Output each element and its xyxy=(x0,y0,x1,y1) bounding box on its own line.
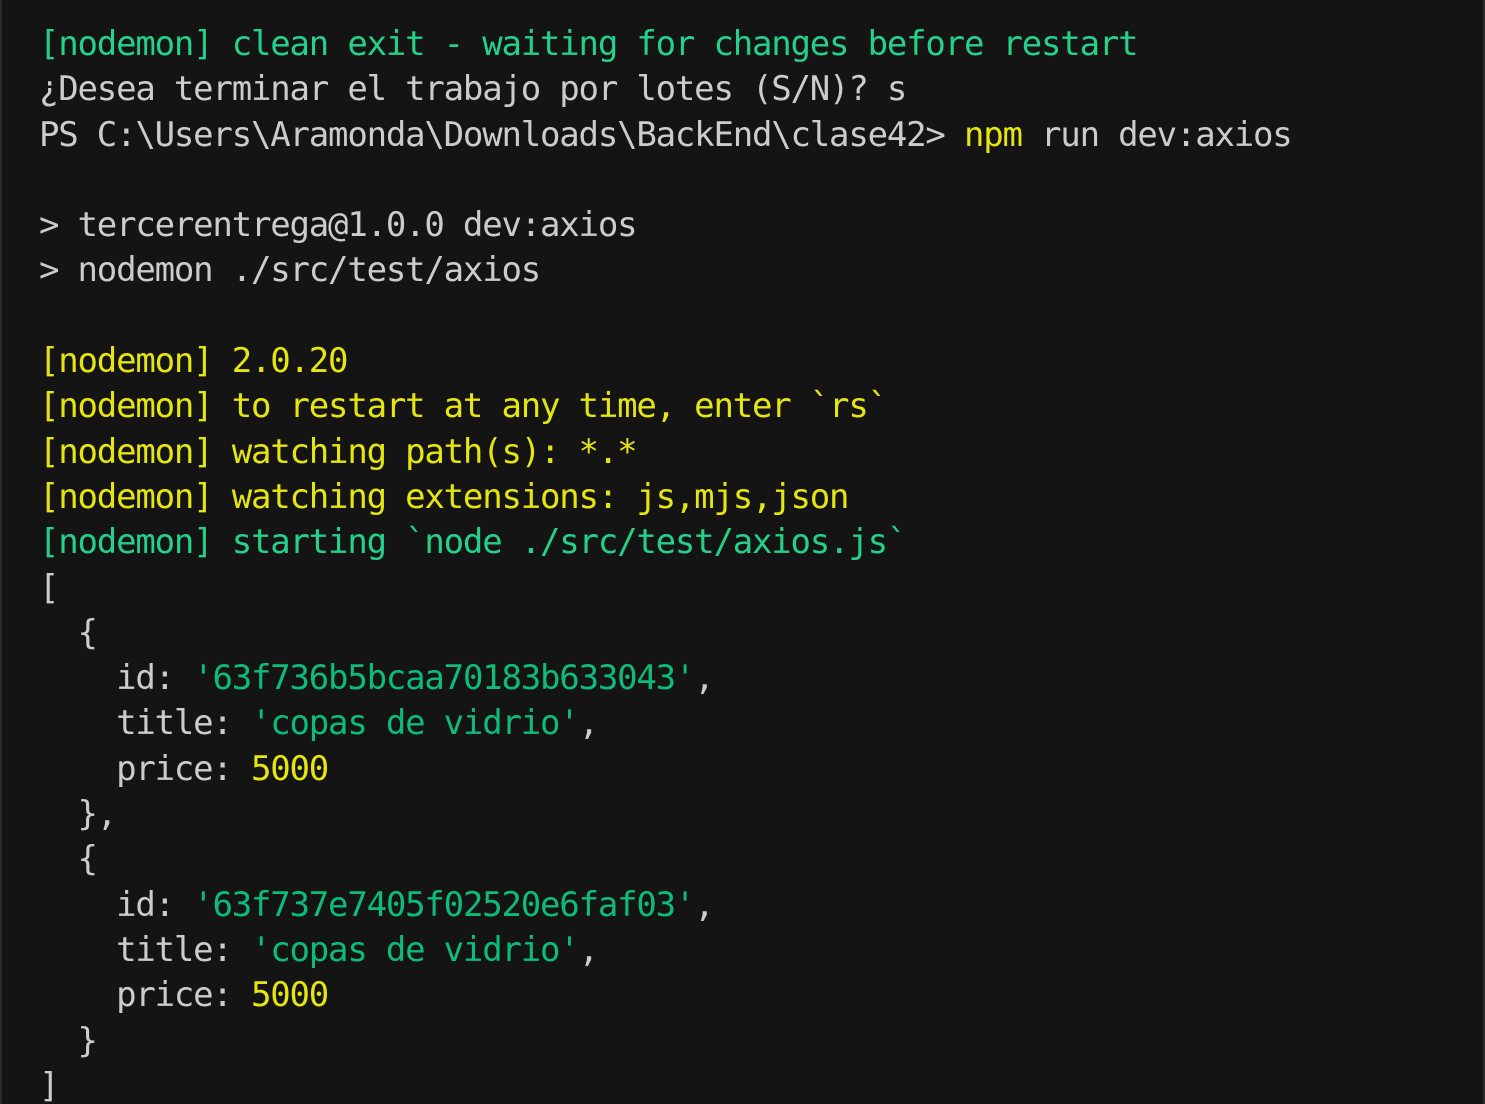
terminal-text-segment: npm xyxy=(963,114,1023,155)
terminal-text-segment: [nodemon] to restart at any time, enter … xyxy=(39,386,888,427)
terminal-text-segment: { xyxy=(39,839,98,880)
terminal-text-segment: price: xyxy=(39,975,251,1016)
terminal-text-segment: 5000 xyxy=(250,975,329,1016)
terminal-text-segment: id: xyxy=(39,884,194,925)
terminal-line: id: '63f736b5bcaa70183b633043', xyxy=(39,656,1292,701)
terminal-line: id: '63f737e7405f02520e6faf03', xyxy=(39,883,1292,928)
terminal-line: [nodemon] to restart at any time, enter … xyxy=(39,384,1292,429)
terminal-line: }, xyxy=(39,792,1292,837)
terminal-line: price: 5000 xyxy=(39,747,1292,792)
terminal-window[interactable]: [nodemon] clean exit - waiting for chang… xyxy=(0,0,1485,1104)
terminal-text-segment: ] xyxy=(39,1065,59,1104)
terminal-output[interactable]: [nodemon] clean exit - waiting for chang… xyxy=(39,22,1293,1104)
terminal-text-segment: run dev:axios xyxy=(1021,114,1293,155)
terminal-line: [nodemon] 2.0.20 xyxy=(39,339,1292,384)
terminal-text-segment: id: xyxy=(39,658,194,699)
terminal-text-segment: ¿Desea terminar el trabajo por lotes (S/… xyxy=(39,69,907,110)
terminal-line: price: 5000 xyxy=(39,973,1292,1018)
terminal-text-segment: title: xyxy=(39,929,251,970)
terminal-line: [nodemon] watching path(s): *.* xyxy=(39,430,1292,475)
terminal-line: [nodemon] watching extensions: js,mjs,js… xyxy=(39,475,1292,520)
terminal-line: > nodemon ./src/test/axios xyxy=(39,248,1292,293)
terminal-text-segment: , xyxy=(694,658,714,699)
terminal-text-segment: title: xyxy=(39,703,251,744)
terminal-line: ¿Desea terminar el trabajo por lotes (S/… xyxy=(39,67,1292,112)
terminal-text-segment: > tercerentrega@1.0.0 dev:axios xyxy=(39,205,638,246)
terminal-text-segment: 'copas de vidrio' xyxy=(250,703,580,744)
terminal-line: PS C:\Users\Aramonda\Downloads\BackEnd\c… xyxy=(39,113,1293,158)
terminal-text-segment: 5000 xyxy=(250,748,329,789)
terminal-text-segment: [ xyxy=(39,567,59,608)
terminal-text-segment: , xyxy=(578,703,599,744)
terminal-text-segment: { xyxy=(39,612,98,653)
terminal-line: { xyxy=(39,611,1292,656)
terminal-text-segment: , xyxy=(578,929,599,970)
terminal-line: > tercerentrega@1.0.0 dev:axios xyxy=(39,203,1292,248)
terminal-line: { xyxy=(39,837,1292,882)
terminal-line: ] xyxy=(39,1064,1292,1104)
terminal-text-segment: , xyxy=(694,884,714,925)
terminal-text-segment: [nodemon] watching extensions: js,mjs,js… xyxy=(39,476,850,517)
terminal-text-segment: }, xyxy=(39,794,118,835)
terminal-line: [ xyxy=(39,566,1292,611)
terminal-text-segment: [nodemon] watching path(s): *.* xyxy=(39,431,638,472)
terminal-text-segment: [nodemon] starting `node ./src/test/axio… xyxy=(39,522,907,563)
terminal-line: [nodemon] clean exit - waiting for chang… xyxy=(39,22,1292,67)
terminal-text-segment: '63f737e7405f02520e6faf03' xyxy=(193,884,695,925)
terminal-text-segment: > nodemon ./src/test/axios xyxy=(39,250,541,291)
terminal-text-segment: '63f736b5bcaa70183b633043' xyxy=(193,658,695,699)
terminal-line: [nodemon] starting `node ./src/test/axio… xyxy=(39,520,1292,565)
terminal-text-segment: } xyxy=(39,1020,98,1061)
terminal-text-segment: price: xyxy=(39,748,251,789)
terminal-text-segment: 'copas de vidrio' xyxy=(250,929,580,970)
terminal-line: } xyxy=(39,1019,1292,1064)
terminal-line: title: 'copas de vidrio', xyxy=(39,701,1292,746)
terminal-text-segment: PS C:\Users\Aramonda\Downloads\BackEnd\c… xyxy=(39,114,964,155)
terminal-text-segment: [nodemon] clean exit - waiting for chang… xyxy=(39,24,1139,64)
terminal-text-segment: [nodemon] 2.0.20 xyxy=(39,341,349,382)
terminal-line: title: 'copas de vidrio', xyxy=(39,928,1292,973)
